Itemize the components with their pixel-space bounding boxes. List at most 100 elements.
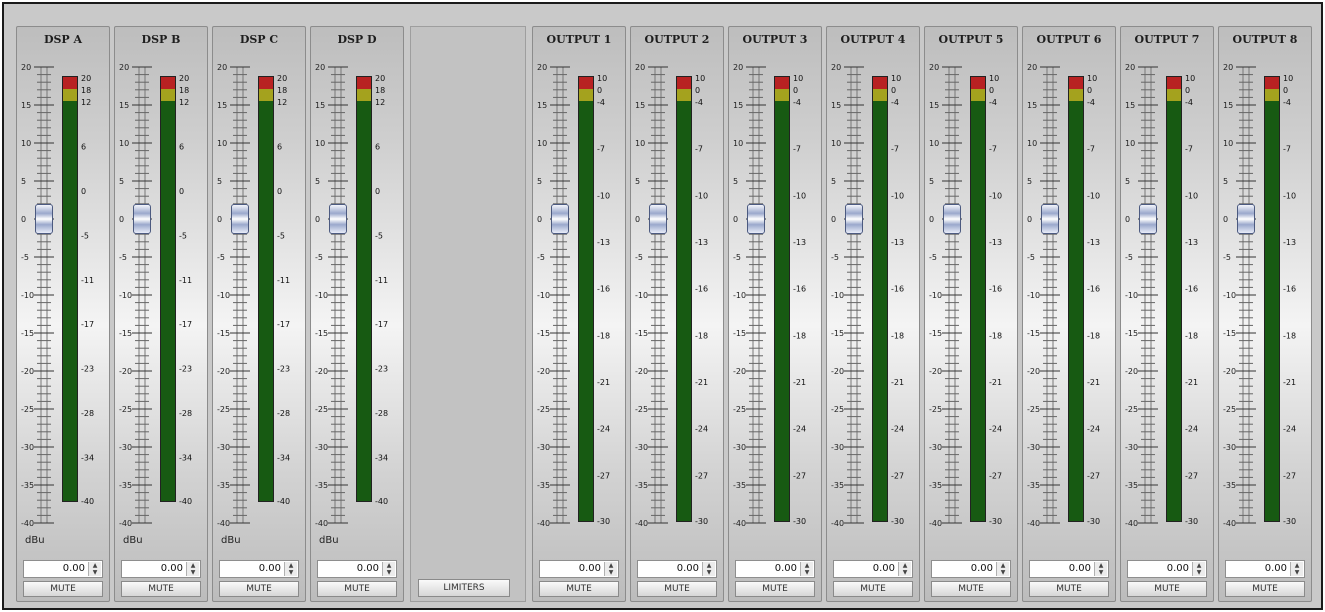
fader-thumb[interactable] <box>231 204 249 234</box>
fader-thumb[interactable] <box>1041 204 1059 234</box>
spin-arrows[interactable]: ▲ ▼ <box>996 562 1009 576</box>
spin-down-icon[interactable]: ▼ <box>89 569 101 576</box>
spin-up-icon[interactable]: ▲ <box>801 562 813 569</box>
fader-thumb[interactable] <box>1237 204 1255 234</box>
fader-thumb[interactable] <box>845 204 863 234</box>
spin-down-icon[interactable]: ▼ <box>605 569 617 576</box>
spin-up-icon[interactable]: ▲ <box>899 562 911 569</box>
gain-spinbox[interactable]: 0.00 ▲ ▼ <box>23 560 103 578</box>
spin-arrows[interactable]: ▲ ▼ <box>1094 562 1107 576</box>
fader-thumb[interactable] <box>649 204 667 234</box>
mute-button[interactable]: MUTE <box>1029 581 1109 597</box>
spin-arrows[interactable]: ▲ ▼ <box>284 562 297 576</box>
meter-scale-label: -28 <box>277 409 290 418</box>
spin-up-icon[interactable]: ▲ <box>997 562 1009 569</box>
fader-thumb[interactable] <box>133 204 151 234</box>
spin-up-icon[interactable]: ▲ <box>1095 562 1107 569</box>
fader-scale-label: -25 <box>831 405 844 414</box>
gain-value[interactable]: 0.00 <box>357 563 379 574</box>
spin-arrows[interactable]: ▲ ▼ <box>382 562 395 576</box>
gain-spinbox[interactable]: 0.00 ▲ ▼ <box>931 560 1011 578</box>
mute-button[interactable]: MUTE <box>121 581 201 597</box>
gain-spinbox[interactable]: 0.00 ▲ ▼ <box>833 560 913 578</box>
meter-scale-label: -4 <box>1185 98 1193 107</box>
mute-button[interactable]: MUTE <box>735 581 815 597</box>
spin-down-icon[interactable]: ▼ <box>899 569 911 576</box>
fader-scale-label: -25 <box>1125 405 1138 414</box>
spin-arrows[interactable]: ▲ ▼ <box>1192 562 1205 576</box>
gain-spinbox[interactable]: 0.00 ▲ ▼ <box>735 560 815 578</box>
gain-value[interactable]: 0.00 <box>1167 563 1189 574</box>
gain-value[interactable]: 0.00 <box>259 563 281 574</box>
limiters-button[interactable]: LIMITERS <box>418 579 510 597</box>
gain-value[interactable]: 0.00 <box>873 563 895 574</box>
mute-button[interactable]: MUTE <box>539 581 619 597</box>
gain-value[interactable]: 0.00 <box>677 563 699 574</box>
spin-up-icon[interactable]: ▲ <box>605 562 617 569</box>
spin-up-icon[interactable]: ▲ <box>1193 562 1205 569</box>
gain-spinbox[interactable]: 0.00 ▲ ▼ <box>1225 560 1305 578</box>
spin-arrows[interactable]: ▲ ▼ <box>898 562 911 576</box>
mute-button[interactable]: MUTE <box>931 581 1011 597</box>
meter-yellow-zone <box>579 89 593 101</box>
gain-value[interactable]: 0.00 <box>1265 563 1287 574</box>
mute-button[interactable]: MUTE <box>317 581 397 597</box>
spin-down-icon[interactable]: ▼ <box>801 569 813 576</box>
gain-spinbox[interactable]: 0.00 ▲ ▼ <box>637 560 717 578</box>
spin-down-icon[interactable]: ▼ <box>1193 569 1205 576</box>
mute-button[interactable]: MUTE <box>1225 581 1305 597</box>
spin-down-icon[interactable]: ▼ <box>703 569 715 576</box>
spin-down-icon[interactable]: ▼ <box>187 569 199 576</box>
spin-arrows[interactable]: ▲ ▼ <box>186 562 199 576</box>
fader-scale-label: 15 <box>733 101 743 110</box>
spin-arrows[interactable]: ▲ ▼ <box>702 562 715 576</box>
gain-spinbox[interactable]: 0.00 ▲ ▼ <box>317 560 397 578</box>
spin-up-icon[interactable]: ▲ <box>1291 562 1303 569</box>
fader-scale-label: 0 <box>119 215 124 224</box>
gain-spinbox[interactable]: 0.00 ▲ ▼ <box>219 560 299 578</box>
spin-down-icon[interactable]: ▼ <box>1095 569 1107 576</box>
gain-spinbox[interactable]: 0.00 ▲ ▼ <box>1029 560 1109 578</box>
spin-down-icon[interactable]: ▼ <box>383 569 395 576</box>
fader-thumb[interactable] <box>747 204 765 234</box>
spin-arrows[interactable]: ▲ ▼ <box>604 562 617 576</box>
gain-value[interactable]: 0.00 <box>579 563 601 574</box>
gain-value[interactable]: 0.00 <box>971 563 993 574</box>
mute-button[interactable]: MUTE <box>637 581 717 597</box>
spin-arrows[interactable]: ▲ ▼ <box>1290 562 1303 576</box>
spin-arrows[interactable]: ▲ ▼ <box>800 562 813 576</box>
gain-value[interactable]: 0.00 <box>775 563 797 574</box>
gain-spinbox[interactable]: 0.00 ▲ ▼ <box>539 560 619 578</box>
fader-thumb[interactable] <box>35 204 53 234</box>
fader-scale-label: 5 <box>1125 177 1130 186</box>
spin-up-icon[interactable]: ▲ <box>383 562 395 569</box>
mute-button[interactable]: MUTE <box>219 581 299 597</box>
gain-value[interactable]: 0.00 <box>63 563 85 574</box>
spin-arrows[interactable]: ▲ ▼ <box>88 562 101 576</box>
fader-scale-label: -5 <box>21 253 29 262</box>
fader-scale-label: -20 <box>929 367 942 376</box>
gain-value[interactable]: 0.00 <box>1069 563 1091 574</box>
mute-button[interactable]: MUTE <box>23 581 103 597</box>
spin-up-icon[interactable]: ▲ <box>285 562 297 569</box>
mute-button[interactable]: MUTE <box>1127 581 1207 597</box>
meter-scale-label: -4 <box>1283 98 1291 107</box>
fader-thumb[interactable] <box>329 204 347 234</box>
meter-scale-label: -4 <box>891 98 899 107</box>
spin-up-icon[interactable]: ▲ <box>89 562 101 569</box>
mute-button[interactable]: MUTE <box>833 581 913 597</box>
spin-down-icon[interactable]: ▼ <box>997 569 1009 576</box>
fader-scale-label: -30 <box>733 443 746 452</box>
meter-scale-label: 10 <box>695 74 705 83</box>
spin-down-icon[interactable]: ▼ <box>285 569 297 576</box>
spin-up-icon[interactable]: ▲ <box>703 562 715 569</box>
fader-thumb[interactable] <box>943 204 961 234</box>
spin-down-icon[interactable]: ▼ <box>1291 569 1303 576</box>
fader-thumb[interactable] <box>551 204 569 234</box>
gain-spinbox[interactable]: 0.00 ▲ ▼ <box>121 560 201 578</box>
meter-scale-label: -16 <box>989 285 1002 294</box>
gain-spinbox[interactable]: 0.00 ▲ ▼ <box>1127 560 1207 578</box>
spin-up-icon[interactable]: ▲ <box>187 562 199 569</box>
gain-value[interactable]: 0.00 <box>161 563 183 574</box>
fader-thumb[interactable] <box>1139 204 1157 234</box>
